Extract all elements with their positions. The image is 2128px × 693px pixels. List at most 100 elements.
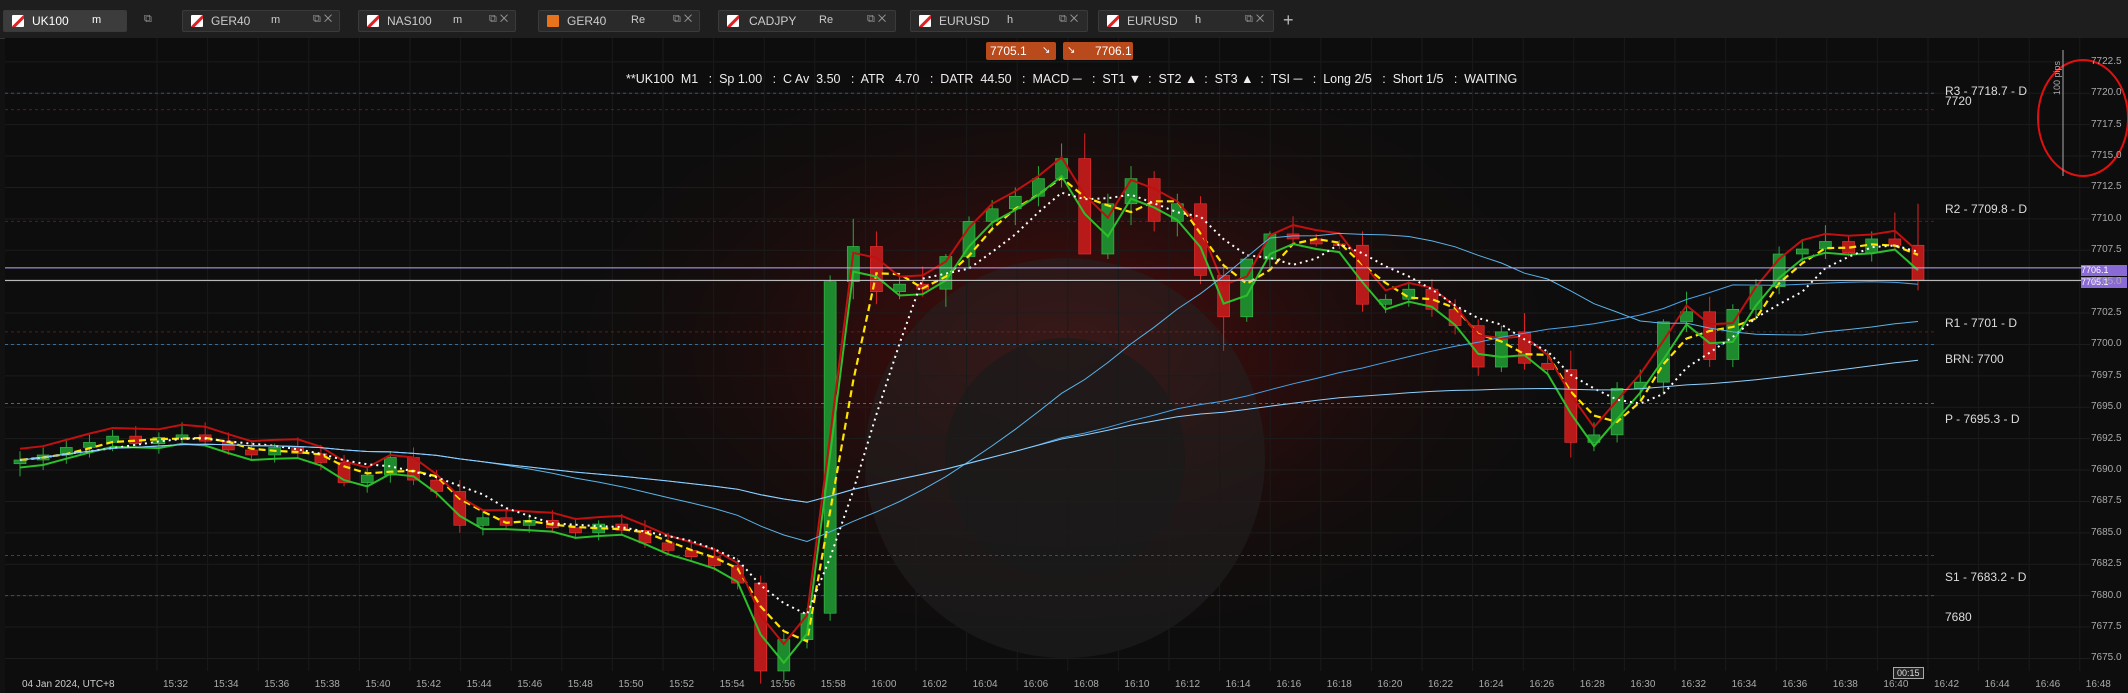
tab-symbol: EURUSD xyxy=(939,14,990,28)
y-tick-label: 7720.0 xyxy=(2091,87,2122,99)
x-tick-label: 16:12 xyxy=(1175,679,1201,690)
y-tick-label: 7702.5 xyxy=(2091,307,2122,319)
y-tick-label: 7685.0 xyxy=(2091,526,2122,538)
tab-symbol: CADJPY xyxy=(749,14,797,28)
tab-timeframe: m xyxy=(453,14,463,26)
x-tick-label: 16:04 xyxy=(972,679,998,690)
candle-body xyxy=(684,550,698,558)
popout-icon[interactable]: ⧉ ✕ xyxy=(1059,13,1078,26)
x-tick-label: 15:40 xyxy=(365,679,391,690)
ask-price: 7706.1 xyxy=(1095,44,1132,58)
tab-symbol: UK100 xyxy=(32,14,69,28)
y-tick-label: 7682.5 xyxy=(2091,558,2122,570)
popout-icon[interactable]: ⧉ xyxy=(144,13,152,26)
tab-symbol: GER40 xyxy=(567,14,607,28)
x-tick-label: 16:10 xyxy=(1124,679,1150,690)
candle-body xyxy=(569,527,582,534)
tab-symbol: EURUSD xyxy=(1127,14,1178,28)
popout-icon[interactable]: ⧉ ✕ xyxy=(1245,13,1264,26)
y-tick-label: 7695.0 xyxy=(2091,401,2122,413)
y-tick-label: 7692.5 xyxy=(2091,432,2122,444)
x-tick-label: 16:22 xyxy=(1428,679,1454,690)
x-tick-label: 16:32 xyxy=(1681,679,1707,690)
tab-eurusd-1[interactable]: EURUSD h ⧉ ✕ xyxy=(910,10,1088,32)
y-tick-label: 7687.5 xyxy=(2091,495,2122,507)
price-chart[interactable] xyxy=(5,38,2128,693)
x-tick-label: 16:48 xyxy=(2085,679,2111,690)
x-tick-label: 15:38 xyxy=(314,679,340,690)
candle-body xyxy=(1703,311,1716,360)
x-tick-label: 15:32 xyxy=(163,679,189,690)
x-tick-label: 16:24 xyxy=(1478,679,1504,690)
x-tick-label: 15:54 xyxy=(719,679,745,690)
candle-body xyxy=(499,517,513,526)
level-label-r2: R2 - 7709.8 - D xyxy=(1945,202,2028,216)
x-tick-label: 16:18 xyxy=(1326,679,1352,690)
tab-ger40-renko[interactable]: GER40 Re ⧉ ✕ xyxy=(538,10,700,32)
sell-arrow-icon: ↘ xyxy=(1042,45,1051,56)
x-tick-label: 16:46 xyxy=(2035,679,2061,690)
candle-body xyxy=(175,434,189,438)
candle-body xyxy=(1795,248,1809,255)
candle-body xyxy=(245,449,258,456)
tab-eurusd-2[interactable]: EURUSD h ⧉ ✕ xyxy=(1098,10,1274,32)
level-label-s1: S1 - 7683.2 - D xyxy=(1945,570,2027,584)
x-tick-label: 16:30 xyxy=(1630,679,1656,690)
popout-icon[interactable]: ⧉ ✕ xyxy=(673,13,692,26)
x-tick-label: 16:08 xyxy=(1073,679,1099,690)
y-tick-label: 7697.5 xyxy=(2091,369,2122,381)
candle-body xyxy=(708,556,721,566)
flag-icon xyxy=(12,15,24,27)
tab-uk100[interactable]: UK100 m ⧉ xyxy=(3,10,152,32)
buy-arrow-icon: ↘ xyxy=(1067,45,1076,56)
popout-icon[interactable]: ⧉ ✕ xyxy=(313,13,332,26)
tab-timeframe: h xyxy=(1007,14,1014,26)
tab-timeframe: Re xyxy=(631,14,646,26)
candle-body xyxy=(661,542,675,551)
y-tick-label: 7700.0 xyxy=(2091,338,2122,350)
x-tick-label: 16:42 xyxy=(1934,679,1960,690)
x-tick-label: 15:50 xyxy=(618,679,644,690)
tab-timeframe: h xyxy=(1195,14,1202,26)
candle-body xyxy=(1541,362,1554,370)
tab-timeframe: m xyxy=(271,14,281,26)
y-tick-label: 7712.5 xyxy=(2091,181,2122,193)
sell-quote-button[interactable]: 7705.1 ↘ xyxy=(986,42,1056,60)
x-tick-label: 15:44 xyxy=(466,679,492,690)
y-tick-label: 7677.5 xyxy=(2091,621,2122,633)
add-tab-button[interactable]: + xyxy=(1283,10,1294,31)
chart-tab-bar: UK100 m ⧉ GER40 m ⧉ ✕ NAS100 m ⧉ ✕ GER40… xyxy=(0,0,2128,39)
candle-body xyxy=(360,474,374,483)
x-tick-label: 16:40 xyxy=(1883,679,1909,690)
tab-cadjpy[interactable]: CADJPY Re ⧉ ✕ xyxy=(718,10,896,32)
flag-icon xyxy=(1107,15,1119,27)
x-tick-label: 16:02 xyxy=(922,679,948,690)
popout-icon[interactable]: ⧉ ✕ xyxy=(489,13,508,26)
candle-body xyxy=(1356,244,1369,305)
y-tick-label: 7715.0 xyxy=(2091,150,2122,162)
chart-canvas[interactable] xyxy=(5,38,2128,693)
y-tick-label: 7722.5 xyxy=(2091,55,2122,67)
level-label-7720: 7720 xyxy=(1945,94,1972,108)
x-tick-label: 15:42 xyxy=(416,679,442,690)
x-tick-label: 16:28 xyxy=(1579,679,1605,690)
bar-timer: 00:15 xyxy=(1893,667,1924,679)
x-tick-label: 16:06 xyxy=(1023,679,1049,690)
flag-icon xyxy=(727,15,739,27)
x-tick-label: 15:34 xyxy=(213,679,239,690)
candle-body xyxy=(1888,238,1902,246)
y-tick-label: 7710.0 xyxy=(2091,212,2122,224)
tab-nas100[interactable]: NAS100 m ⧉ ✕ xyxy=(358,10,516,32)
x-tick-label: 16:34 xyxy=(1731,679,1757,690)
tab-ger40[interactable]: GER40 m ⧉ ✕ xyxy=(182,10,340,32)
x-tick-label: 16:44 xyxy=(1984,679,2010,690)
candle-body xyxy=(870,246,883,292)
x-tick-label: 15:46 xyxy=(517,679,543,690)
x-tick-label: 16:16 xyxy=(1276,679,1302,690)
tab-timeframe: Re xyxy=(819,14,834,26)
x-tick-label: 16:00 xyxy=(871,679,897,690)
popout-icon[interactable]: ⧉ ✕ xyxy=(867,13,886,26)
buy-quote-button[interactable]: ↘ 7706.1 xyxy=(1063,42,1133,60)
y-tick-label: 7680.0 xyxy=(2091,589,2122,601)
tab-timeframe: m xyxy=(92,14,102,26)
